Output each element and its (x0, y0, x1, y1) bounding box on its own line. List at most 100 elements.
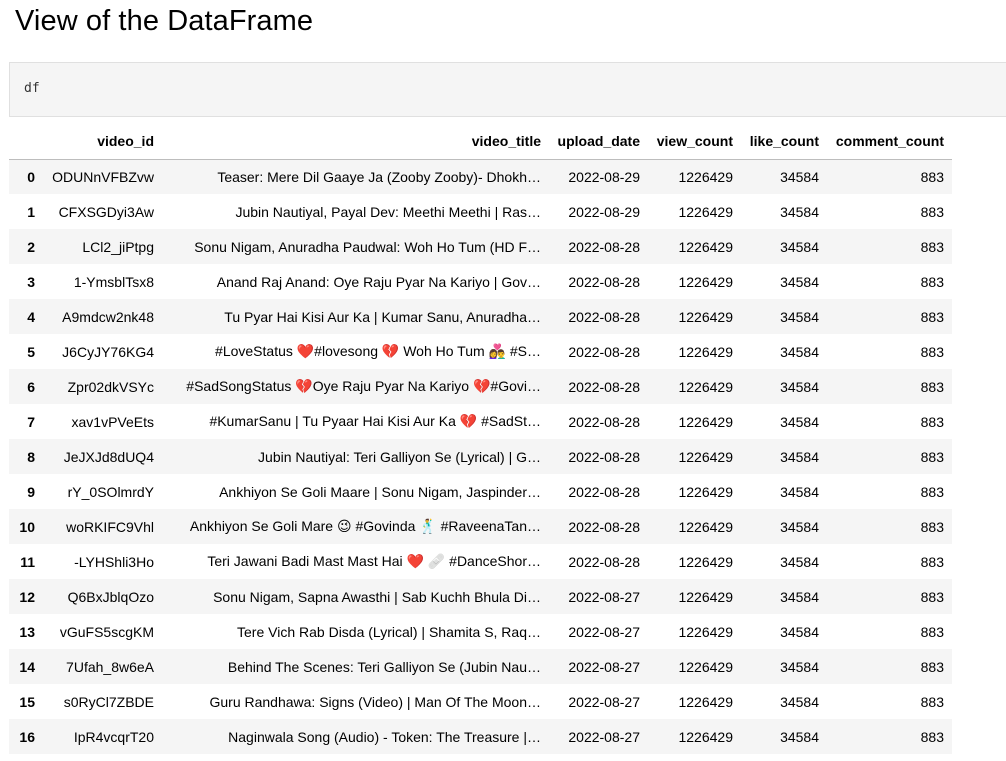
table-row: 2 LCl2_jiPtpg Sonu Nigam, Anuradha Paudwal… (9, 229, 952, 264)
cell-comment-count: 883 (827, 684, 952, 719)
cell-video-title: Tere Vich Rab Disda (Lyrical) | Shamita … (162, 614, 549, 649)
cell-view-count: 1226429 (648, 439, 741, 474)
column-header-index (9, 124, 43, 160)
cell-view-count: 1226429 (648, 474, 741, 509)
table-row: 6 Zpr02dkVSYc #SadSongStatus 💔Oye Raju Pya… (9, 369, 952, 404)
cell-like-count: 34584 (741, 684, 827, 719)
cell-video-title: Teri Jawani Badi Mast Mast Hai ❤️ 🩹 #Dan… (162, 544, 549, 579)
cell-upload-date: 2022-08-29 (549, 194, 648, 229)
cell-video-id: s0RyCl7ZBDE (43, 684, 162, 719)
cell-like-count: 34584 (741, 334, 827, 369)
cell-upload-date: 2022-08-27 (549, 684, 648, 719)
notebook-page: View of the DataFrame df video_id video_… (0, 0, 1006, 761)
cell-view-count: 1226429 (648, 579, 741, 614)
cell-video-title: Guru Randhawa: Signs (Video) | Man Of Th… (162, 684, 549, 719)
row-index: 4 (9, 299, 43, 334)
cell-comment-count: 883 (827, 194, 952, 229)
cell-video-id: 7Ufah_8w6eA (43, 649, 162, 684)
cell-like-count: 34584 (741, 579, 827, 614)
cell-view-count: 1226429 (648, 509, 741, 544)
cell-view-count: 1226429 (648, 404, 741, 439)
cell-like-count: 34584 (741, 159, 827, 194)
cell-video-id: JeJXJd8dUQ4 (43, 439, 162, 474)
table-row: 9 rY_0SOlmrdY Ankhiyon Se Goli Maare | Son… (9, 474, 952, 509)
column-header-like-count: like_count (741, 124, 827, 160)
cell-comment-count: 883 (827, 369, 952, 404)
cell-video-title: Anand Raj Anand: Oye Raju Pyar Na Kariyo… (162, 264, 549, 299)
cell-view-count: 1226429 (648, 194, 741, 229)
cell-video-id: CFXSGDyi3Aw (43, 194, 162, 229)
cell-like-count: 34584 (741, 299, 827, 334)
table-row: 15 s0RyCl7ZBDE Guru Randhawa: Signs (Video… (9, 684, 952, 719)
cell-video-title: Jubin Nautiyal, Payal Dev: Meethi Meethi… (162, 194, 549, 229)
cell-video-title: Sonu Nigam, Sapna Awasthi | Sab Kuchh Bh… (162, 579, 549, 614)
cell-like-count: 34584 (741, 719, 827, 754)
cell-video-id: 1-YmsblTsx8 (43, 264, 162, 299)
dataframe-table: video_id video_title upload_date view_co… (9, 124, 952, 754)
table-row: 14 7Ufah_8w6eA Behind The Scenes: Teri Gal… (9, 649, 952, 684)
row-index: 1 (9, 194, 43, 229)
cell-upload-date: 2022-08-28 (549, 439, 648, 474)
cell-comment-count: 883 (827, 544, 952, 579)
row-index: 14 (9, 649, 43, 684)
cell-upload-date: 2022-08-28 (549, 404, 648, 439)
cell-video-id: vGuFS5scgKM (43, 614, 162, 649)
cell-like-count: 34584 (741, 474, 827, 509)
cell-video-id: LCl2_jiPtpg (43, 229, 162, 264)
cell-video-title: Ankhiyon Se Goli Mare 😉 #Govinda 🕺 #Rave… (162, 509, 549, 544)
cell-upload-date: 2022-08-28 (549, 299, 648, 334)
cell-upload-date: 2022-08-28 (549, 229, 648, 264)
table-row: 13 vGuFS5scgKM Tere Vich Rab Disda (Lyrica… (9, 614, 952, 649)
cell-comment-count: 883 (827, 334, 952, 369)
cell-upload-date: 2022-08-28 (549, 264, 648, 299)
code-cell[interactable]: df (9, 62, 1006, 117)
cell-video-title: Ankhiyon Se Goli Maare | Sonu Nigam, Jas… (162, 474, 549, 509)
cell-view-count: 1226429 (648, 684, 741, 719)
cell-video-id: IpR4vcqrT20 (43, 719, 162, 754)
cell-video-title: Behind The Scenes: Teri Galliyon Se (Jub… (162, 649, 549, 684)
cell-like-count: 34584 (741, 404, 827, 439)
cell-view-count: 1226429 (648, 334, 741, 369)
cell-like-count: 34584 (741, 229, 827, 264)
cell-video-title: #SadSongStatus 💔Oye Raju Pyar Na Kariyo … (162, 369, 549, 404)
cell-like-count: 34584 (741, 509, 827, 544)
row-index: 8 (9, 439, 43, 474)
row-index: 5 (9, 334, 43, 369)
cell-video-id: Q6BxJblqOzo (43, 579, 162, 614)
table-row: 16 IpR4vcqrT20 Naginwala Song (Audio) - To… (9, 719, 952, 754)
cell-view-count: 1226429 (648, 369, 741, 404)
cell-video-title: Naginwala Song (Audio) - Token: The Trea… (162, 719, 549, 754)
table-header-row: video_id video_title upload_date view_co… (9, 124, 952, 160)
cell-comment-count: 883 (827, 229, 952, 264)
cell-comment-count: 883 (827, 614, 952, 649)
row-index: 6 (9, 369, 43, 404)
cell-view-count: 1226429 (648, 614, 741, 649)
cell-comment-count: 883 (827, 474, 952, 509)
cell-upload-date: 2022-08-27 (549, 614, 648, 649)
cell-comment-count: 883 (827, 719, 952, 754)
column-header-comment-count: comment_count (827, 124, 952, 160)
row-index: 2 (9, 229, 43, 264)
cell-view-count: 1226429 (648, 264, 741, 299)
table-row: 7 xav1vPVeEts #KumarSanu | Tu Pyaar Hai Ki… (9, 404, 952, 439)
cell-view-count: 1226429 (648, 159, 741, 194)
column-header-video-id: video_id (43, 124, 162, 160)
table-row: 11 -LYHShli3Ho Teri Jawani Badi Mast Mast … (9, 544, 952, 579)
cell-like-count: 34584 (741, 649, 827, 684)
cell-comment-count: 883 (827, 509, 952, 544)
cell-video-id: A9mdcw2nk48 (43, 299, 162, 334)
cell-like-count: 34584 (741, 614, 827, 649)
row-index: 10 (9, 509, 43, 544)
cell-video-title: Jubin Nautiyal: Teri Galliyon Se (Lyrica… (162, 439, 549, 474)
table-body: 0 ODUNnVFBZvw Teaser: Mere Dil Gaaye Ja (Z… (9, 159, 952, 754)
cell-video-title: Tu Pyar Hai Kisi Aur Ka | Kumar Sanu, An… (162, 299, 549, 334)
cell-upload-date: 2022-08-27 (549, 719, 648, 754)
cell-video-title: Teaser: Mere Dil Gaaye Ja (Zooby Zooby)-… (162, 159, 549, 194)
row-index: 3 (9, 264, 43, 299)
cell-comment-count: 883 (827, 649, 952, 684)
cell-like-count: 34584 (741, 544, 827, 579)
cell-upload-date: 2022-08-29 (549, 159, 648, 194)
cell-view-count: 1226429 (648, 299, 741, 334)
cell-view-count: 1226429 (648, 229, 741, 264)
cell-comment-count: 883 (827, 264, 952, 299)
